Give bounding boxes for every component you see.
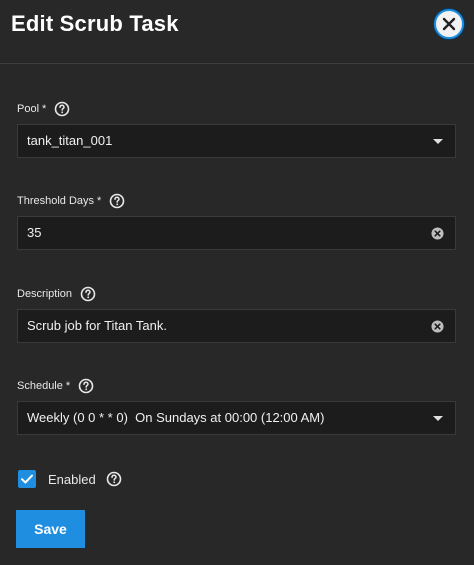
pool-select[interactable]: tank_titan_001 (17, 124, 456, 158)
schedule-label-text: Schedule (17, 380, 63, 392)
enabled-label-text: Enabled (48, 471, 96, 487)
chevron-down-icon (433, 416, 443, 421)
threshold-days-label-text: Threshold Days (17, 195, 95, 207)
description-value: Scrub job for Titan Tank. (27, 318, 167, 333)
check-icon (21, 474, 33, 484)
enabled-label: Enabled (48, 470, 122, 488)
help-icon[interactable] (80, 286, 96, 302)
help-icon[interactable] (54, 101, 70, 117)
description-input[interactable]: Scrub job for Titan Tank. (17, 309, 456, 343)
close-button[interactable] (434, 9, 464, 39)
clear-icon[interactable] (431, 227, 444, 240)
threshold-days-required-mark: * (97, 195, 102, 207)
schedule-label: Schedule * (17, 378, 94, 394)
save-button[interactable]: Save (16, 510, 85, 548)
edit-scrub-task-dialog: Edit Scrub Task Pool * tank_titan_001 Th… (0, 0, 474, 565)
chevron-down-icon (433, 139, 443, 144)
help-icon[interactable] (109, 193, 125, 209)
pool-value: tank_titan_001 (27, 133, 113, 148)
dialog-header: Edit Scrub Task (0, 0, 474, 64)
description-label-text: Description (17, 288, 73, 300)
help-icon[interactable] (78, 378, 94, 394)
threshold-days-value: 35 (27, 225, 42, 240)
schedule-value: Weekly (0 0 * * 0) On Sundays at 00:00 (… (27, 410, 325, 425)
help-icon[interactable] (106, 471, 122, 487)
close-icon (442, 17, 456, 31)
dialog-title: Edit Scrub Task (11, 11, 179, 36)
pool-required-mark: * (42, 103, 47, 115)
schedule-select[interactable]: Weekly (0 0 * * 0) On Sundays at 00:00 (… (17, 401, 456, 435)
pool-label: Pool * (17, 101, 70, 117)
threshold-days-label: Threshold Days * (17, 193, 125, 209)
threshold-days-input[interactable]: 35 (17, 216, 456, 250)
description-label: Description (17, 286, 96, 302)
clear-icon[interactable] (431, 320, 444, 333)
schedule-required-mark: * (65, 380, 71, 392)
enabled-checkbox[interactable] (18, 470, 36, 488)
pool-label-text: Pool (17, 103, 40, 115)
